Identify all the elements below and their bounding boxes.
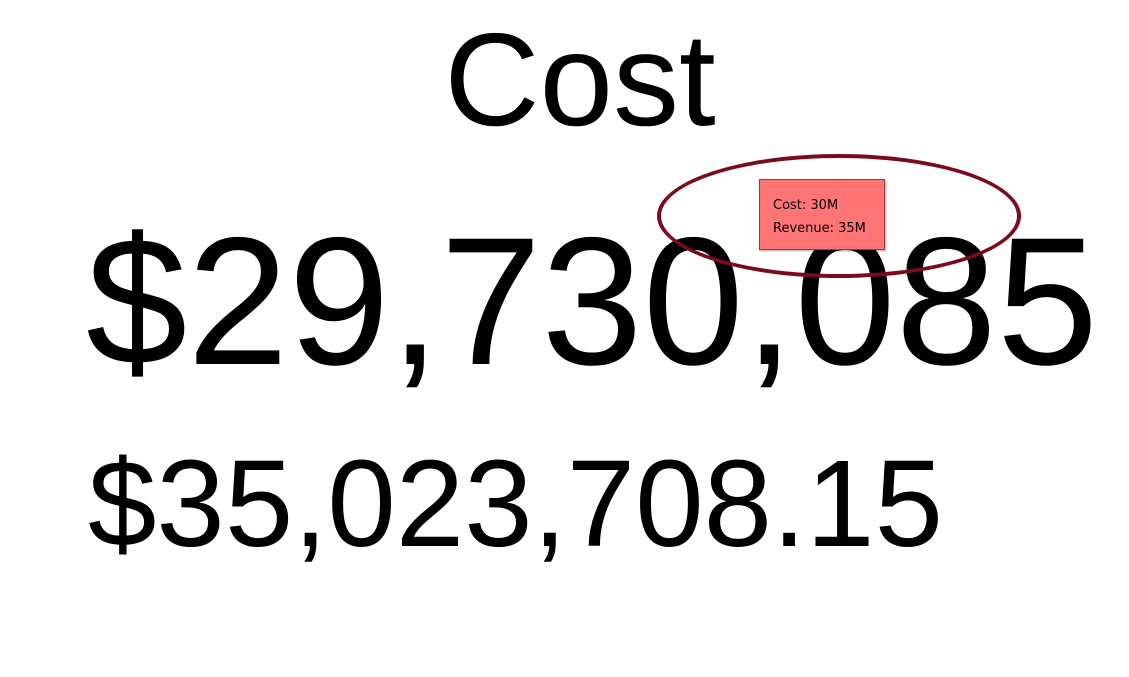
kpi-card: Cost $29,730,085 $35,023,708.15 Cost: 30… [0,0,1129,677]
kpi-secondary-value: $35,023,708.15 [88,436,943,573]
kpi-primary-value: $29,730,085 [86,199,1099,403]
kpi-title: Cost [444,6,716,153]
value-tooltip: Cost: 30M Revenue: 35M [759,179,885,250]
tooltip-cost-line: Cost: 30M [773,198,839,213]
tooltip-revenue-line: Revenue: 35M [773,221,866,236]
